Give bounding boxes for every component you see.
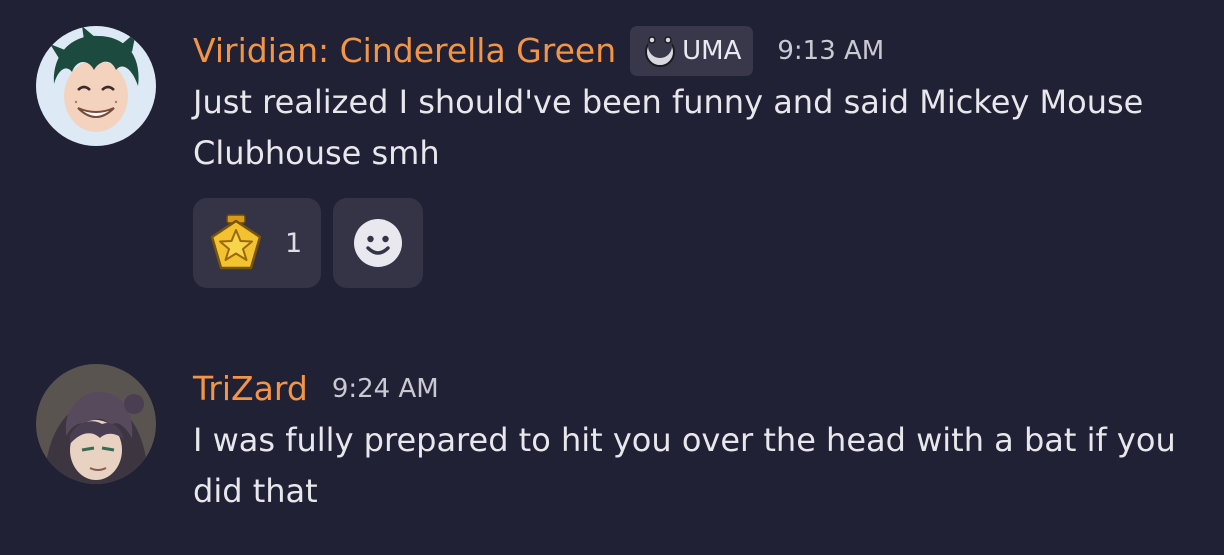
crescent-moon-icon xyxy=(645,34,676,67)
message-text: Just realized I should've been funny and… xyxy=(193,83,1144,172)
reaction-count: 1 xyxy=(285,227,303,259)
message-header: TriZard 9:24 AM xyxy=(193,366,1194,412)
avatar[interactable] xyxy=(36,364,156,484)
reaction-chip[interactable]: 1 xyxy=(193,198,321,288)
gold-star-badge-icon xyxy=(210,214,262,270)
timestamp: 9:24 AM xyxy=(331,374,439,404)
username[interactable]: TriZard xyxy=(193,366,308,412)
role-tag[interactable]: UMA xyxy=(630,26,754,76)
smiley-icon xyxy=(354,219,402,267)
timestamp: 9:13 AM xyxy=(777,36,885,66)
avatar[interactable] xyxy=(36,26,156,146)
add-reaction-button[interactable] xyxy=(333,198,423,288)
role-tag-label: UMA xyxy=(682,36,742,66)
message-content: Viridian: Cinderella Green UMA 9:13 AM J… xyxy=(193,26,1194,288)
message-text: I was fully prepared to hit you over the… xyxy=(193,421,1176,510)
message-header: Viridian: Cinderella Green UMA 9:13 AM xyxy=(193,26,1194,76)
message-content: TriZard 9:24 AM I was fully prepared to … xyxy=(193,366,1194,517)
reactions-bar: 1 xyxy=(193,198,1194,288)
chat-view: Viridian: Cinderella Green UMA 9:13 AM J… xyxy=(0,0,1224,555)
username[interactable]: Viridian: Cinderella Green xyxy=(193,28,616,74)
